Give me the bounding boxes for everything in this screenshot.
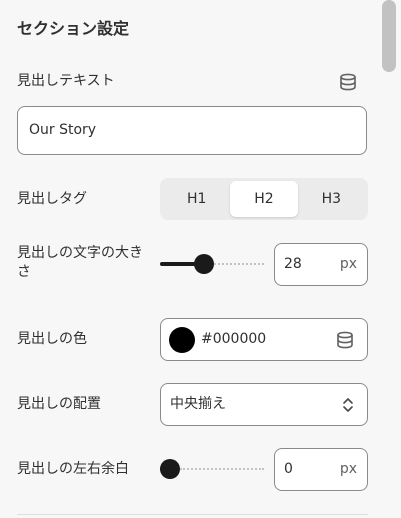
section-settings-panel: セクション設定 見出しテキスト Our Story 見出しタグ H1 H2 H3… [0,0,378,518]
font-size-label: 見出しの文字の大きさ [17,245,143,280]
side-margin-input[interactable]: 0 px [274,448,368,491]
heading-tag-option-h3[interactable]: H3 [298,181,365,217]
side-margin-value: 0 [284,461,293,477]
heading-tag-label: 見出しタグ [17,191,87,207]
heading-tag-option-h2[interactable]: H2 [230,181,298,217]
database-icon[interactable] [336,331,354,349]
alignment-label: 見出しの配置 [17,396,101,412]
heading-color-label: 見出しの色 [17,331,87,347]
side-margin-unit: px [339,461,357,477]
side-margin-slider-track [180,468,264,470]
chevron-up-down-icon [343,398,353,412]
font-size-input[interactable]: 28 px [274,243,368,286]
side-margin-label: 見出しの左右余白 [17,461,129,477]
font-size-slider-track [213,263,264,265]
heading-tag-option-h1[interactable]: H1 [163,181,230,217]
section-title: セクション設定 [17,19,130,38]
heading-tag-segmented-control: H1 H2 H3 [160,178,368,220]
side-margin-slider-thumb[interactable] [160,459,180,479]
heading-text-label: 見出しテキスト [17,73,115,89]
alignment-select[interactable]: 中央揃え [160,383,368,426]
font-size-slider[interactable] [160,254,264,274]
section-divider [17,514,368,515]
alignment-value: 中央揃え [170,396,226,412]
font-size-unit: px [339,256,357,272]
font-size-slider-thumb[interactable] [193,254,214,274]
scrollbar[interactable] [378,0,401,518]
heading-color-input[interactable]: #000000 [160,318,368,361]
font-size-value: 28 [284,256,302,272]
scrollbar-thumb[interactable] [382,0,396,72]
database-icon[interactable] [339,73,357,91]
color-swatch[interactable] [169,327,195,353]
side-margin-slider[interactable] [160,459,264,479]
heading-text-input[interactable]: Our Story [17,106,367,155]
heading-color-value: #000000 [201,331,267,347]
